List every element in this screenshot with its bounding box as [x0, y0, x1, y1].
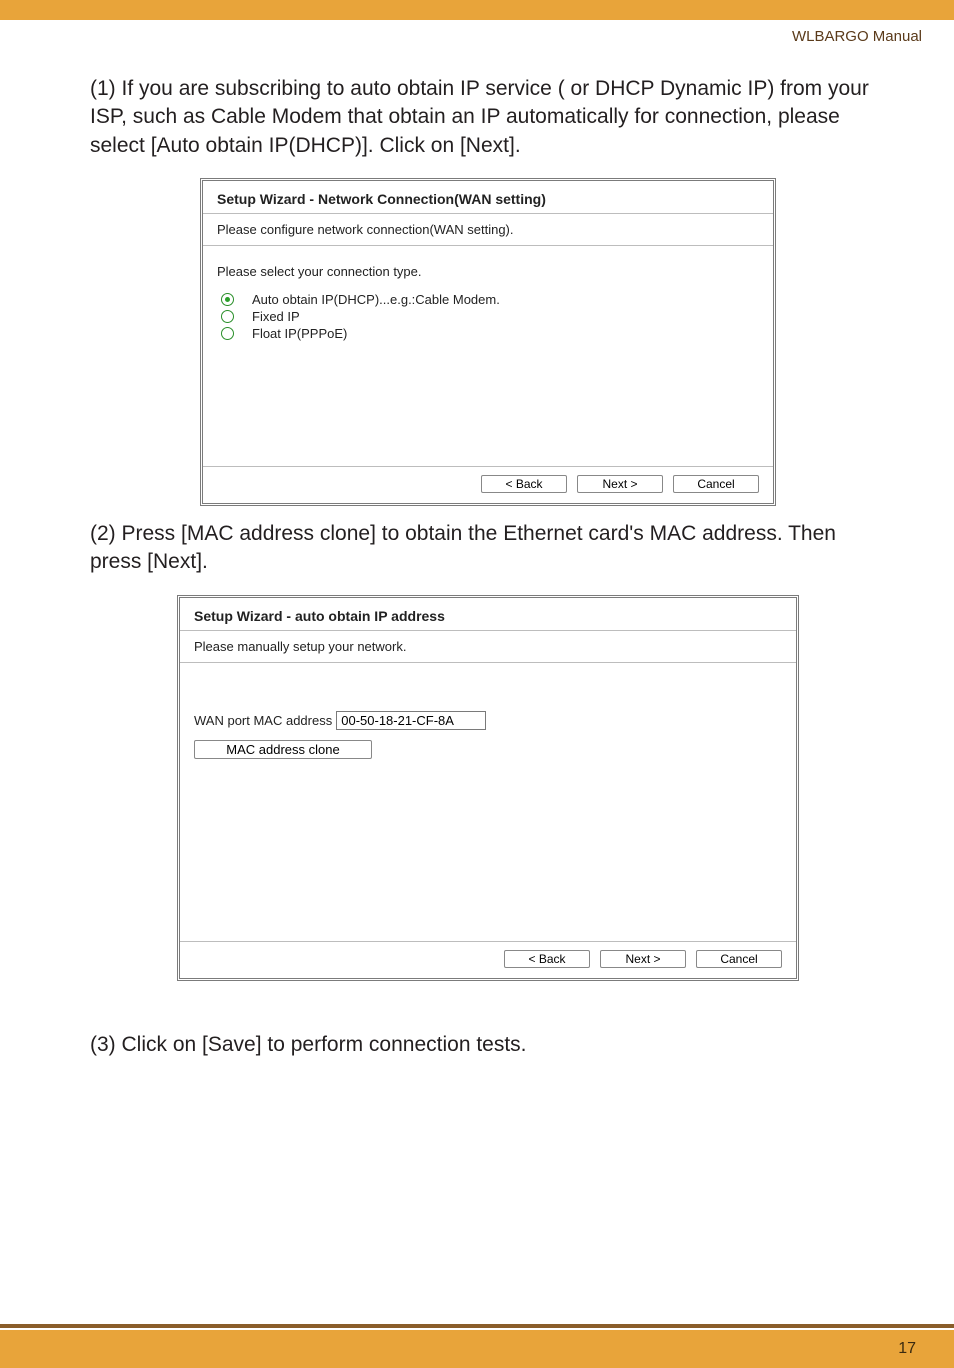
paragraph-1: (1) If you are subscribing to auto obtai… [90, 75, 886, 160]
back-button[interactable]: < Back [481, 475, 567, 493]
manual-header: WLBARGO Manual [0, 20, 954, 45]
radio-option-dhcp[interactable]: Auto obtain IP(DHCP)...e.g.:Cable Modem. [217, 291, 759, 308]
cancel-button[interactable]: Cancel [696, 950, 782, 968]
footer-accent-thick: 17 [0, 1330, 954, 1368]
radio-option-fixed-ip[interactable]: Fixed IP [217, 308, 759, 325]
radio-icon [221, 293, 234, 306]
radio-icon [221, 310, 234, 323]
cancel-button[interactable]: Cancel [673, 475, 759, 493]
footer-bars: 17 [0, 1324, 954, 1368]
back-button[interactable]: < Back [504, 950, 590, 968]
wizard1-footer: < Back Next > Cancel [203, 466, 773, 503]
radio-label: Float IP(PPPoE) [252, 326, 347, 341]
mac-address-input[interactable] [336, 711, 486, 730]
radio-option-pppoe[interactable]: Float IP(PPPoE) [217, 325, 759, 342]
paragraph-2: (2) Press [MAC address clone] to obtain … [90, 520, 886, 577]
mac-address-label: WAN port MAC address [194, 713, 332, 728]
mac-address-row: WAN port MAC address [194, 711, 782, 730]
wizard2-title: Setup Wizard - auto obtain IP address [180, 598, 796, 631]
wizard1-subtitle: Please configure network connection(WAN … [203, 214, 773, 246]
paragraph-3: (3) Click on [Save] to perform connectio… [90, 1031, 886, 1059]
radio-label: Fixed IP [252, 309, 300, 324]
mac-address-clone-button[interactable]: MAC address clone [194, 740, 372, 759]
wizard2-body: WAN port MAC address MAC address clone [180, 663, 796, 941]
next-button[interactable]: Next > [600, 950, 686, 968]
radio-label: Auto obtain IP(DHCP)...e.g.:Cable Modem. [252, 292, 500, 307]
page-content: (1) If you are subscribing to auto obtai… [0, 45, 954, 1059]
wizard1-title: Setup Wizard - Network Connection(WAN se… [203, 181, 773, 214]
wizard1-body: Please select your connection type. Auto… [203, 246, 773, 466]
next-button[interactable]: Next > [577, 475, 663, 493]
radio-icon [221, 327, 234, 340]
wizard-wan-setting: Setup Wizard - Network Connection(WAN se… [200, 178, 776, 506]
wizard-auto-obtain-ip: Setup Wizard - auto obtain IP address Pl… [177, 595, 799, 981]
page-number: 17 [898, 1340, 916, 1358]
top-accent-bar [0, 0, 954, 20]
wizard2-subtitle: Please manually setup your network. [180, 631, 796, 663]
wizard1-prompt: Please select your connection type. [217, 264, 759, 279]
wizard2-footer: < Back Next > Cancel [180, 941, 796, 978]
